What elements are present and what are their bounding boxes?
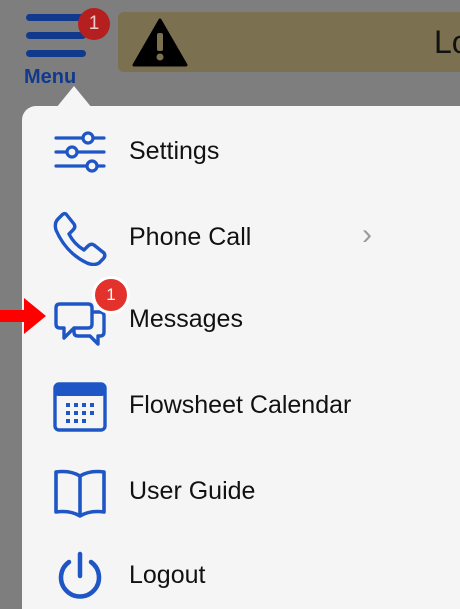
menu-item-label: User Guide <box>129 477 256 505</box>
menu-item-flowsheet-calendar[interactable]: Flowsheet Calendar <box>22 366 460 446</box>
alert-banner[interactable]: Lo <box>118 12 460 72</box>
messages-notification-badge: 1 <box>92 276 130 314</box>
sliders-icon <box>54 131 106 173</box>
phone-icon <box>53 211 107 266</box>
menu-item-user-guide[interactable]: User Guide <box>22 452 460 532</box>
menu-item-messages[interactable]: 1 Messages <box>22 276 460 360</box>
calendar-icon <box>53 382 107 432</box>
book-icon <box>54 469 106 518</box>
menu-item-label: Messages <box>129 305 243 333</box>
menu-item-settings[interactable]: Settings <box>22 112 460 192</box>
popover-arrow <box>56 86 92 108</box>
menu-notification-badge: 1 <box>78 8 110 40</box>
chevron-right-icon: › <box>362 218 372 251</box>
menu-item-label: Settings <box>129 137 220 165</box>
menu-item-label: Flowsheet Calendar <box>129 391 352 419</box>
red-arrow-icon <box>0 298 46 334</box>
menu-button[interactable]: Menu 1 <box>10 6 110 88</box>
power-icon <box>58 551 102 599</box>
warning-triangle-icon <box>132 18 188 67</box>
menu-item-logout[interactable]: Logout <box>22 536 460 609</box>
app-screen: Menu 1 Lo Settings <box>0 0 460 609</box>
menu-item-phone-call[interactable]: Phone Call › <box>22 198 460 278</box>
banner-text: Lo <box>434 24 460 60</box>
menu-popover: Settings Phone Call › 1 Messages Flowshe… <box>22 106 460 609</box>
menu-item-label: Phone Call <box>129 223 252 251</box>
menu-item-label: Logout <box>129 561 206 589</box>
